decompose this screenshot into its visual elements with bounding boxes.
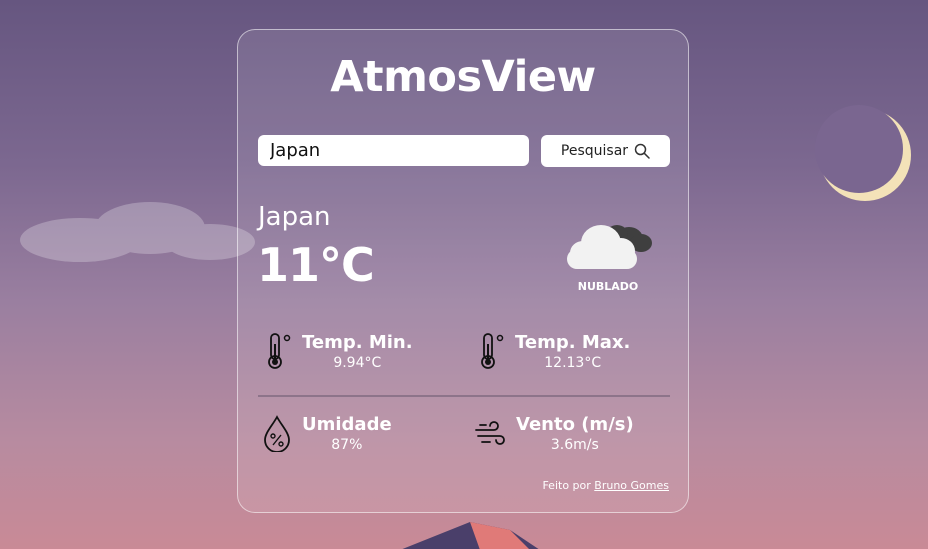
stat-label: Temp. Max. — [515, 332, 631, 353]
credits-prefix: Feito por — [542, 479, 591, 492]
thermometer-icon — [268, 333, 291, 369]
app-title: AtmosView — [330, 52, 596, 102]
author-link[interactable]: Bruno Gomes — [594, 479, 669, 492]
search-button[interactable]: Pesquisar — [541, 135, 670, 167]
humidity-drop-icon — [264, 415, 290, 452]
stat-value: 12.13°C — [544, 355, 602, 371]
thermometer-icon — [481, 333, 504, 369]
stat-temp-max: Temp. Max. 12.13°C — [479, 332, 630, 371]
weather-card: AtmosView Pesquisar Japan 11°C NUBLADO T… — [237, 29, 689, 513]
stat-label: Vento (m/s) — [516, 414, 634, 435]
wind-icon — [475, 421, 505, 445]
stat-value: 9.94°C — [333, 355, 382, 371]
stat-humidity: Umidade 87% — [262, 414, 392, 453]
weather-description: NUBLADO — [577, 280, 639, 293]
moon-icon — [815, 105, 911, 201]
search-input[interactable] — [258, 135, 529, 166]
credits: Feito por Bruno Gomes — [542, 479, 669, 492]
stat-label: Umidade — [302, 414, 392, 435]
stat-label: Temp. Min. — [302, 332, 413, 353]
stat-temp-min: Temp. Min. 9.94°C — [266, 332, 413, 371]
search-button-label: Pesquisar — [560, 143, 629, 159]
divider — [258, 395, 670, 397]
stat-value: 87% — [331, 437, 363, 453]
background-cloud — [20, 202, 255, 262]
search-icon — [634, 143, 650, 159]
temperature: 11°C — [257, 238, 375, 292]
city-name: Japan — [258, 202, 331, 232]
cloudy-icon — [567, 225, 652, 269]
stat-value: 3.6m/s — [550, 437, 599, 453]
mountain-decoration — [402, 522, 539, 549]
stat-wind: Vento (m/s) 3.6m/s — [474, 414, 634, 453]
